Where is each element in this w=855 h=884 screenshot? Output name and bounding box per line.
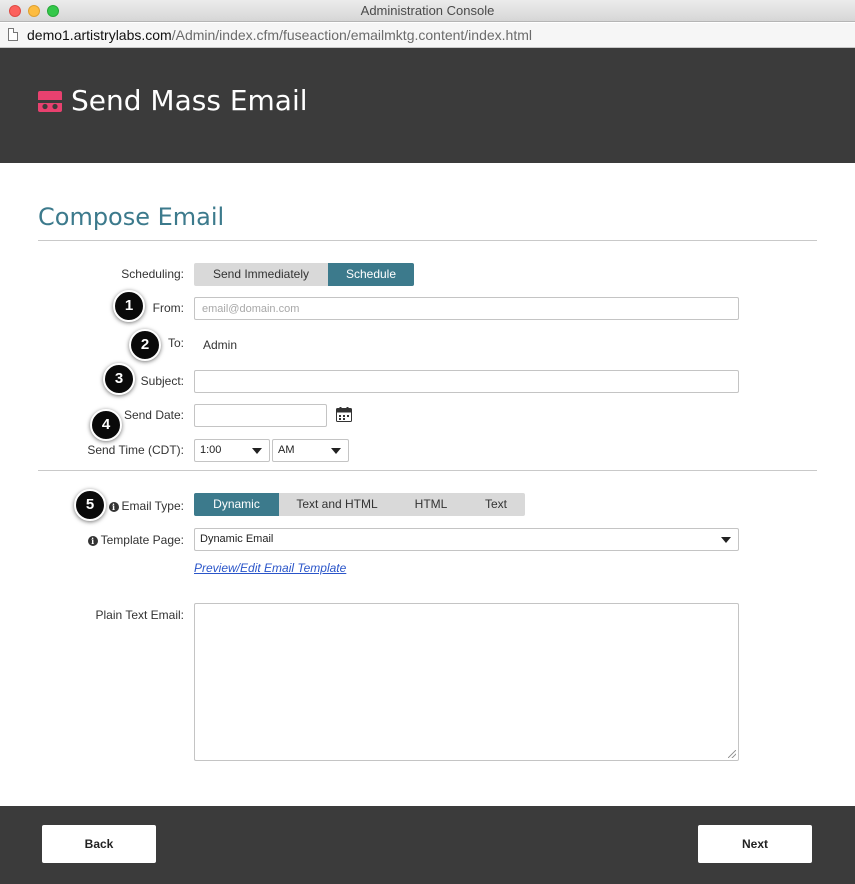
page-title: Compose Email [38,203,225,231]
chevron-down-icon [721,537,731,543]
url-path: /Admin/index.cfm/fuseaction/emailmktg.co… [171,27,532,43]
chevron-down-icon [252,448,262,454]
url-text[interactable]: demo1.artistrylabs.com/Admin/index.cfm/f… [27,27,532,43]
app-title: Send Mass Email [71,84,308,117]
page-document-icon [8,28,18,41]
schedule-button[interactable]: Schedule [328,263,414,286]
plain-text-email-textarea[interactable] [194,603,739,761]
resize-handle-icon[interactable] [728,750,736,758]
window-title: Administration Console [360,3,495,18]
email-type-text-button[interactable]: Text [467,493,525,516]
send-time-label: Send Time (CDT): [87,443,184,457]
to-recipient-value: Admin [203,338,238,352]
to-label: To: [167,336,184,350]
send-time-ampm-value: AM [278,444,295,456]
callout-badge-2: 2 [129,329,161,361]
send-time-hour-select[interactable]: 1:00 [194,439,270,462]
app-header: Send Mass Email [0,48,855,163]
next-button[interactable]: Next [698,825,812,863]
send-date-label: Send Date: [123,408,184,422]
template-page-label: i Template Page: [87,533,184,547]
brand-logo-icon [38,91,62,112]
send-time-hour-value: 1:00 [200,444,222,456]
footer-bar: Back Next [0,806,855,884]
template-page-select[interactable]: Dynamic Email [194,528,739,551]
subject-label: Subject: [140,374,184,388]
calendar-icon[interactable] [336,407,352,422]
chevron-down-icon [331,448,341,454]
scheduling-toggle: Send Immediately Schedule [194,263,414,286]
callout-badge-5: 5 [74,489,106,521]
address-bar[interactable]: demo1.artistrylabs.com/Admin/index.cfm/f… [0,23,855,48]
window-titlebar: Administration Console [0,0,855,22]
title-divider [38,240,817,241]
template-page-value: Dynamic Email [200,533,274,545]
email-type-html-button[interactable]: HTML [395,493,467,516]
email-type-toggle: Dynamic Text and HTML HTML Text [194,493,525,516]
send-date-input[interactable] [194,404,327,427]
callout-badge-3: 3 [103,363,135,395]
send-immediately-button[interactable]: Send Immediately [194,263,328,286]
url-host: demo1.artistrylabs.com [27,27,172,43]
from-label: From: [152,301,184,315]
back-button[interactable]: Back [42,825,156,863]
subject-input[interactable] [194,370,739,393]
email-type-text-html-button[interactable]: Text and HTML [279,493,395,516]
email-type-label: i Email Type: [108,499,184,513]
send-time-ampm-select[interactable]: AM [272,439,349,462]
email-type-dynamic-button[interactable]: Dynamic [194,493,279,516]
callout-badge-1: 1 [113,290,145,322]
info-icon[interactable]: i [108,502,119,512]
scheduling-label: Scheduling: [121,267,184,281]
info-icon[interactable]: i [87,536,98,546]
callout-badge-4: 4 [90,409,122,441]
plain-text-email-label: Plain Text Email: [95,608,184,622]
section-divider [38,470,817,471]
preview-edit-template-link[interactable]: Preview/Edit Email Template [194,561,346,575]
from-email-input[interactable] [194,297,739,320]
